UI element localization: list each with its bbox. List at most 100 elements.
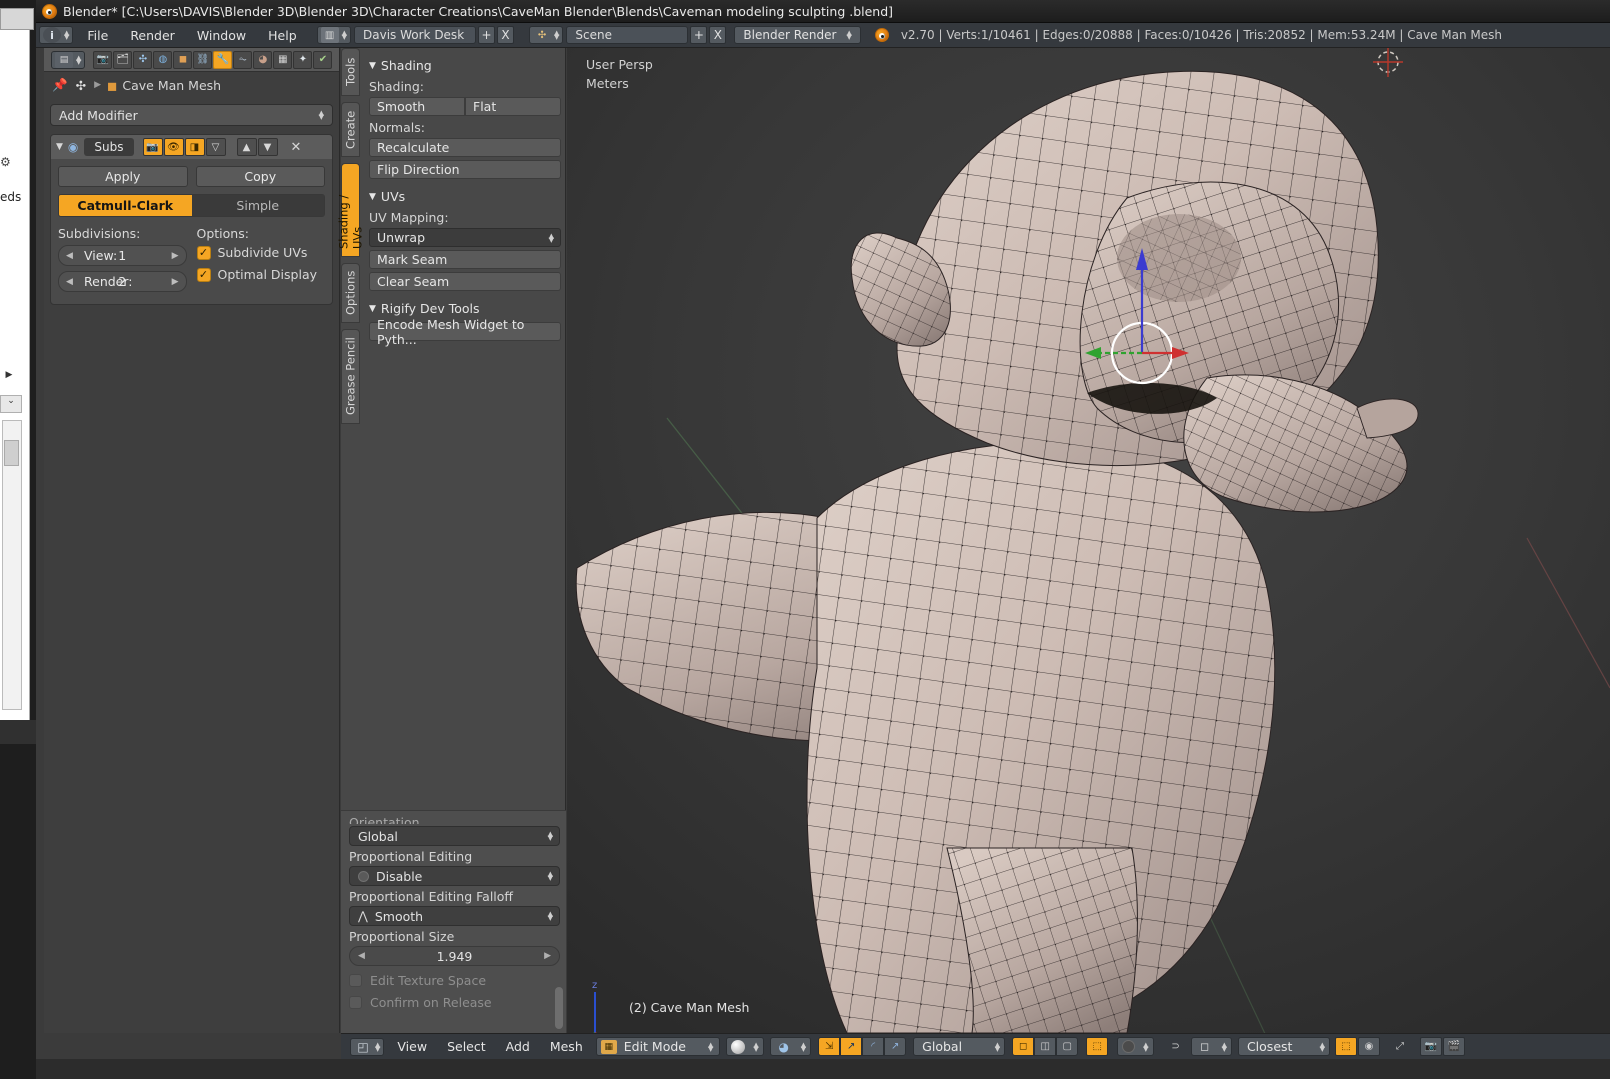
render-visibility-toggle[interactable]: 📷 [143,138,163,156]
texture-tab[interactable]: ✔ [313,51,332,69]
rotate-manipulator-icon[interactable]: ◜ [862,1037,884,1056]
interaction-mode-dropdown[interactable]: ▦ Edit Mode ▲▼ [596,1037,721,1056]
triangle-down-icon[interactable]: ▼ [56,142,63,152]
world-tab[interactable]: ◍ [153,51,172,69]
add-screen-layout-button[interactable]: + [478,26,495,44]
add-menu[interactable]: Add [496,1034,540,1060]
toolshelf-tab-options[interactable]: Options [341,263,360,323]
mesh-menu[interactable]: Mesh [540,1034,593,1060]
snap-peel-icon[interactable]: ◉ [1358,1037,1380,1056]
editor-type-selector[interactable]: i ▲▼ [39,26,73,44]
constraints-tab[interactable]: ⛓ [193,51,212,69]
menu-file[interactable]: File [76,23,119,48]
translate-manipulator-icon[interactable]: ↗ [840,1037,862,1056]
object-tab[interactable]: ◼ [173,51,192,69]
flip-direction-button[interactable]: Flip Direction [369,160,561,179]
scene-browse-button[interactable]: ✣ ▲▼ [529,26,563,44]
falloff-dropdown[interactable]: ⋀ Smooth ▲▼ [349,906,560,926]
smooth-shading-button[interactable]: Smooth [369,97,465,116]
flat-shading-button[interactable]: Flat [465,97,561,116]
modifiers-tab[interactable]: 🔧 [213,51,232,69]
properties-editor-type-selector[interactable]: ▤ ▲▼ [51,51,85,69]
scene-name[interactable]: Scene [566,26,688,44]
screen-layout-browse-button[interactable]: ▥ ▲▼ [317,26,351,44]
close-x-icon[interactable]: ✕ [291,140,302,155]
edit-texture-space-checkbox-row[interactable]: Edit Texture Space [349,973,560,988]
confirm-on-release-checkbox-row[interactable]: Confirm on Release [349,995,560,1010]
pivot-point-dropdown[interactable]: ◕ ▲▼ [770,1037,811,1056]
simple-option[interactable]: Simple [192,195,325,216]
viewport-visibility-toggle[interactable]: 👁 [164,138,184,156]
mesh-analysis-icon[interactable]: ⤢ [1389,1037,1411,1056]
physics-tab[interactable]: ◕ [253,51,272,69]
menu-window[interactable]: Window [186,23,257,48]
render-layers-tab[interactable]: 🗂 [113,51,132,69]
render-subdivisions-field[interactable]: ◀ Render: 2 ▶ [58,271,187,292]
viewport-shading-dropdown[interactable]: ▲▼ [726,1037,763,1056]
mark-seam-button[interactable]: Mark Seam [369,250,561,269]
proportional-size-field[interactable]: ◀ 1.949 ▶ [349,946,560,966]
transform-orientation-dropdown[interactable]: Global ▲▼ [913,1037,1005,1056]
delete-scene-button[interactable]: X [709,26,726,44]
add-scene-button[interactable]: + [690,26,707,44]
face-select-icon[interactable]: ▢ [1056,1037,1078,1056]
clear-seam-button[interactable]: Clear Seam [369,272,561,291]
uvs-panel-header[interactable]: ▼ UVs [369,189,561,204]
apply-button[interactable]: Apply [58,166,188,187]
chevron-left-icon[interactable]: ◀ [358,951,365,961]
snap-target-dropdown[interactable]: Closest ▲▼ [1238,1037,1330,1056]
optimal-display-checkbox-row[interactable]: ✓ Optimal Display [197,267,326,282]
material-tab[interactable]: ✦ [293,51,312,69]
select-menu[interactable]: Select [437,1034,496,1060]
render-image-icon[interactable]: 📷 [1420,1037,1442,1056]
view-editor-type-selector[interactable]: ◰ ▲▼ [350,1038,384,1056]
chevron-right-icon[interactable]: ▶ [544,951,551,961]
copy-button[interactable]: Copy [196,166,326,187]
snap-magnet-icon[interactable]: ⊃ [1165,1037,1187,1056]
3d-viewport[interactable]: z y x User Persp Meters (2) Cave Man Mes… [567,48,1610,1033]
render-engine-selector[interactable]: Blender Render ▲▼ [734,26,860,44]
catmull-clark-option[interactable]: Catmull-Clark [59,195,192,216]
snap-element-dropdown[interactable]: ◻ ▲▼ [1191,1037,1232,1056]
menu-render[interactable]: Render [119,23,186,48]
operator-panel-scrollbar[interactable] [555,987,563,1029]
chevron-left-icon[interactable]: ◀ [66,251,73,261]
toolshelf-tab-create[interactable]: Create [341,102,360,157]
chevron-right-icon[interactable]: ▶ [172,251,179,261]
proportional-edit-dropdown[interactable]: ▲▼ [1117,1037,1153,1056]
toolshelf-tab-tools[interactable]: Tools [341,48,360,96]
edit-mode-display-toggle[interactable]: ◨ [185,138,205,156]
menu-help[interactable]: Help [257,23,308,48]
limit-selection-visible-icon[interactable]: ⬚ [1086,1037,1108,1056]
add-modifier-button[interactable]: Add Modifier ▲▼ [50,104,333,126]
object-data-tab[interactable]: ▦ [273,51,292,69]
chevron-right-icon[interactable]: ▶ [172,277,179,287]
render-animation-icon[interactable]: 🎬 [1443,1037,1465,1056]
particles-tab[interactable]: ⏦ [233,51,252,69]
orientation-dropdown[interactable]: Global ▲▼ [349,826,560,846]
toolshelf-tab-shading-uvs[interactable]: Shading / UVs [341,163,360,257]
view-menu[interactable]: View [387,1034,437,1060]
pin-icon[interactable]: 📌 [52,77,68,93]
chevron-up-icon[interactable]: ▲ [237,138,257,156]
modifier-name[interactable]: Subs [84,138,133,156]
shading-panel-header[interactable]: ▼ Shading [369,58,561,73]
bg-scrollbar-thumb[interactable] [4,440,19,466]
chevron-down-icon[interactable]: ▼ [258,138,278,156]
proportional-editing-dropdown[interactable]: Disable ▲▼ [349,866,560,886]
on-cage-toggle[interactable]: ▽ [206,138,226,156]
toolshelf-tab-grease-pencil[interactable]: Grease Pencil [341,329,360,424]
render-tab[interactable]: 📷 [93,51,112,69]
unwrap-dropdown[interactable]: Unwrap ▲▼ [369,228,561,247]
edge-select-icon[interactable]: ◫ [1034,1037,1056,1056]
scene-tab[interactable]: ✣ [133,51,152,69]
delete-screen-layout-button[interactable]: X [497,26,514,44]
screen-layout-name[interactable]: Davis Work Desk [354,26,476,44]
recalculate-normals-button[interactable]: Recalculate [369,138,561,157]
view-subdivisions-field[interactable]: ◀ View: 1 ▶ [58,245,187,266]
chevron-left-icon[interactable]: ◀ [66,277,73,287]
encode-mesh-widget-button[interactable]: Encode Mesh Widget to Pyth... [369,322,561,341]
manipulator-toggle-icon[interactable]: ⇲ [818,1037,840,1056]
vertex-select-icon[interactable]: ◻ [1012,1037,1034,1056]
scale-manipulator-icon[interactable]: ↗ [884,1037,906,1056]
